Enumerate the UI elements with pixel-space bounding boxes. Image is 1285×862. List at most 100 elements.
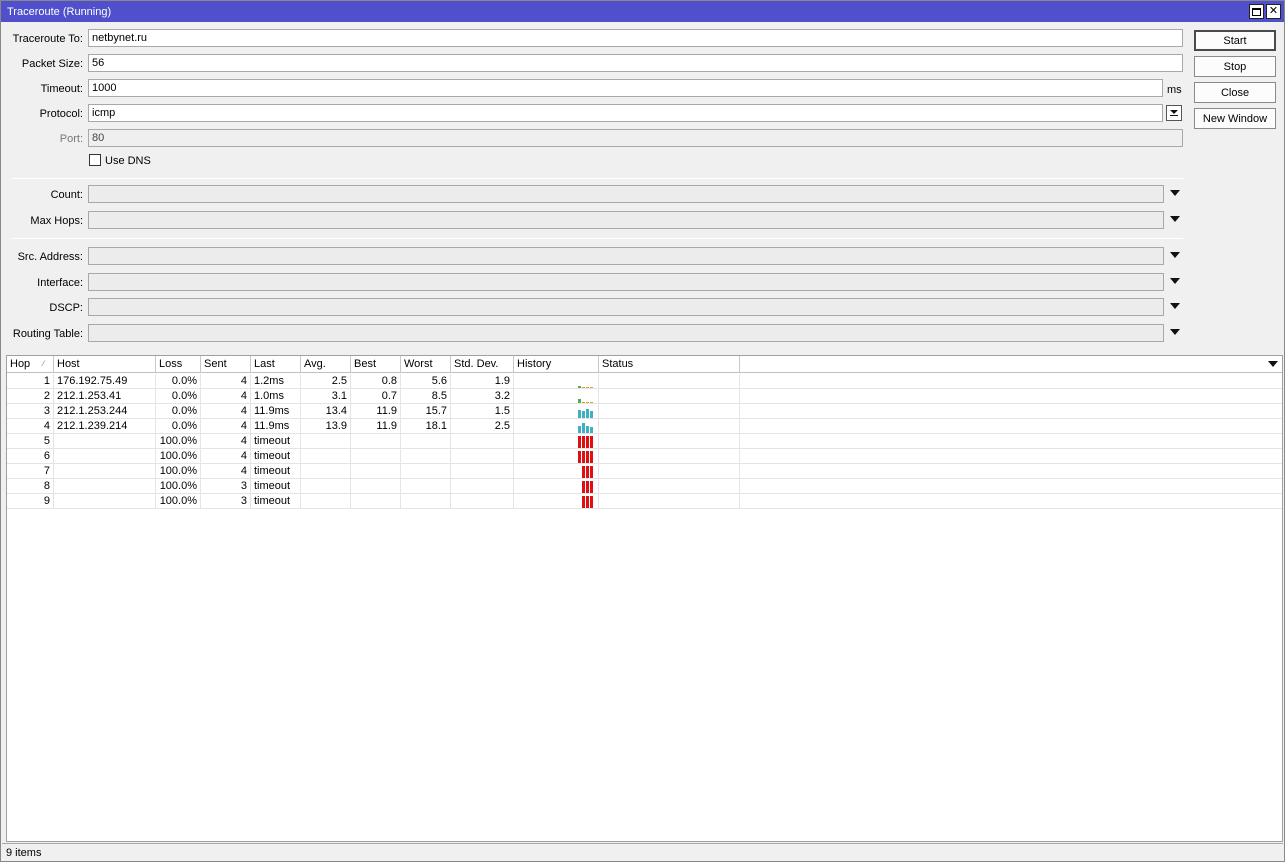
history-bar (586, 451, 589, 463)
table-row[interactable]: 5 100.0% 4 timeout (7, 434, 1282, 449)
history-bar (586, 409, 589, 418)
new-window-button[interactable]: New Window (1194, 108, 1276, 129)
count-expand-icon[interactable] (1170, 190, 1180, 196)
cell-history (514, 494, 599, 509)
cell-hop: 9 (7, 494, 54, 509)
cell-stddev: 3.2 (451, 389, 514, 404)
column-header-hop[interactable]: Hop ∕ (7, 356, 54, 373)
items-count: 9 items (6, 847, 42, 859)
close-button[interactable]: Close (1194, 82, 1276, 103)
use-dns-label: Use DNS (105, 155, 151, 167)
protocol-dropdown-button[interactable] (1166, 105, 1182, 121)
column-header-last[interactable]: Last (251, 356, 301, 373)
table-row[interactable]: 9 100.0% 3 timeout (7, 494, 1282, 509)
column-header-best[interactable]: Best (351, 356, 401, 373)
history-bar (590, 496, 593, 508)
cell-hop: 5 (7, 434, 54, 449)
cell-last: 11.9ms (251, 404, 301, 419)
table-row[interactable]: 6 100.0% 4 timeout (7, 449, 1282, 464)
table-row[interactable]: 2 212.1.253.41 0.0% 4 1.0ms 3.1 0.7 8.5 3.2 (7, 389, 1282, 404)
traceroute-window: Traceroute (Running) ✕ Traceroute To: ne… (0, 0, 1285, 862)
table-row[interactable]: 4 212.1.239.214 0.0% 4 11.9ms 13.9 11.9 18.1 2.5 (7, 419, 1282, 434)
table-row[interactable]: 1 176.192.75.49 0.0% 4 1.2ms 2.5 0.8 5.6 1.9 (7, 374, 1282, 389)
cell-worst (401, 449, 451, 464)
cell-best (351, 464, 401, 479)
cell-best (351, 434, 401, 449)
cell-loss: 0.0% (156, 404, 201, 419)
interface-expand-icon[interactable] (1170, 278, 1180, 284)
cell-avg (301, 434, 351, 449)
packet-size-input[interactable]: 56 (88, 54, 1183, 72)
table-row[interactable]: 8 100.0% 3 timeout (7, 479, 1282, 494)
count-input[interactable] (88, 185, 1164, 203)
cell-hop: 7 (7, 464, 54, 479)
routing-table-input[interactable] (88, 324, 1164, 342)
maximize-button[interactable] (1249, 4, 1264, 19)
cell-best: 0.7 (351, 389, 401, 404)
use-dns-checkbox[interactable] (89, 154, 101, 166)
cell-best: 0.8 (351, 374, 401, 389)
cell-host (54, 434, 156, 449)
column-header-sent[interactable]: Sent (201, 356, 251, 373)
cell-last: timeout (251, 494, 301, 509)
timeout-input[interactable]: 1000 (88, 79, 1163, 97)
cell-sent: 3 (201, 479, 251, 494)
cell-host (54, 479, 156, 494)
history-bar (578, 426, 581, 433)
cell-stddev (451, 479, 514, 494)
cell-history (514, 389, 599, 404)
close-window-button[interactable]: ✕ (1266, 4, 1281, 19)
src-address-expand-icon[interactable] (1170, 252, 1180, 258)
history-bar (590, 427, 593, 433)
cell-best (351, 449, 401, 464)
maximize-icon (1252, 7, 1261, 16)
routing-table-expand-icon[interactable] (1170, 329, 1180, 335)
cell-status (599, 404, 740, 419)
history-bar (590, 481, 593, 493)
src-address-input[interactable] (88, 247, 1164, 265)
cell-status (599, 464, 740, 479)
cell-loss: 100.0% (156, 494, 201, 509)
protocol-select[interactable]: icmp (88, 104, 1163, 122)
column-header-worst[interactable]: Worst (401, 356, 451, 373)
interface-input[interactable] (88, 273, 1164, 291)
history-bar (586, 436, 589, 448)
dscp-label: DSCP: (49, 302, 83, 314)
column-header-status[interactable]: Status (599, 356, 740, 373)
table-row[interactable]: 3 212.1.253.244 0.0% 4 11.9ms 13.4 11.9 15.7 1.5 (7, 404, 1282, 419)
cell-history (514, 374, 599, 389)
cell-sent: 4 (201, 464, 251, 479)
sort-ascending-icon: ∕ (43, 359, 45, 368)
dscp-input[interactable] (88, 298, 1164, 316)
count-label: Count: (50, 189, 83, 201)
max-hops-input[interactable] (88, 211, 1164, 229)
cell-hop: 1 (7, 374, 54, 389)
column-header-stddev[interactable]: Std. Dev. (451, 356, 514, 373)
history-bar (586, 426, 589, 433)
stop-button[interactable]: Stop (1194, 56, 1276, 77)
dscp-expand-icon[interactable] (1170, 303, 1180, 309)
cell-status (599, 479, 740, 494)
timeout-unit: ms (1167, 84, 1182, 96)
columns-menu-icon[interactable] (1268, 361, 1278, 367)
cell-loss: 100.0% (156, 449, 201, 464)
cell-best: 11.9 (351, 419, 401, 434)
cell-worst: 8.5 (401, 389, 451, 404)
cell-loss: 100.0% (156, 434, 201, 449)
cell-loss: 0.0% (156, 389, 201, 404)
column-header-host[interactable]: Host (54, 356, 156, 373)
cell-worst: 18.1 (401, 419, 451, 434)
traceroute-to-input[interactable]: netbynet.ru (88, 29, 1183, 47)
title-bar[interactable]: Traceroute (Running) ✕ (1, 1, 1284, 22)
cell-worst (401, 494, 451, 509)
max-hops-expand-icon[interactable] (1170, 216, 1180, 222)
column-header-loss[interactable]: Loss (156, 356, 201, 373)
table-row[interactable]: 7 100.0% 4 timeout (7, 464, 1282, 479)
column-header-history[interactable]: History (514, 356, 599, 373)
cell-loss: 0.0% (156, 374, 201, 389)
cell-status (599, 449, 740, 464)
cell-stddev (451, 434, 514, 449)
column-header-avg[interactable]: Avg. (301, 356, 351, 373)
start-button[interactable]: Start (1194, 30, 1276, 51)
history-bar (590, 402, 593, 403)
